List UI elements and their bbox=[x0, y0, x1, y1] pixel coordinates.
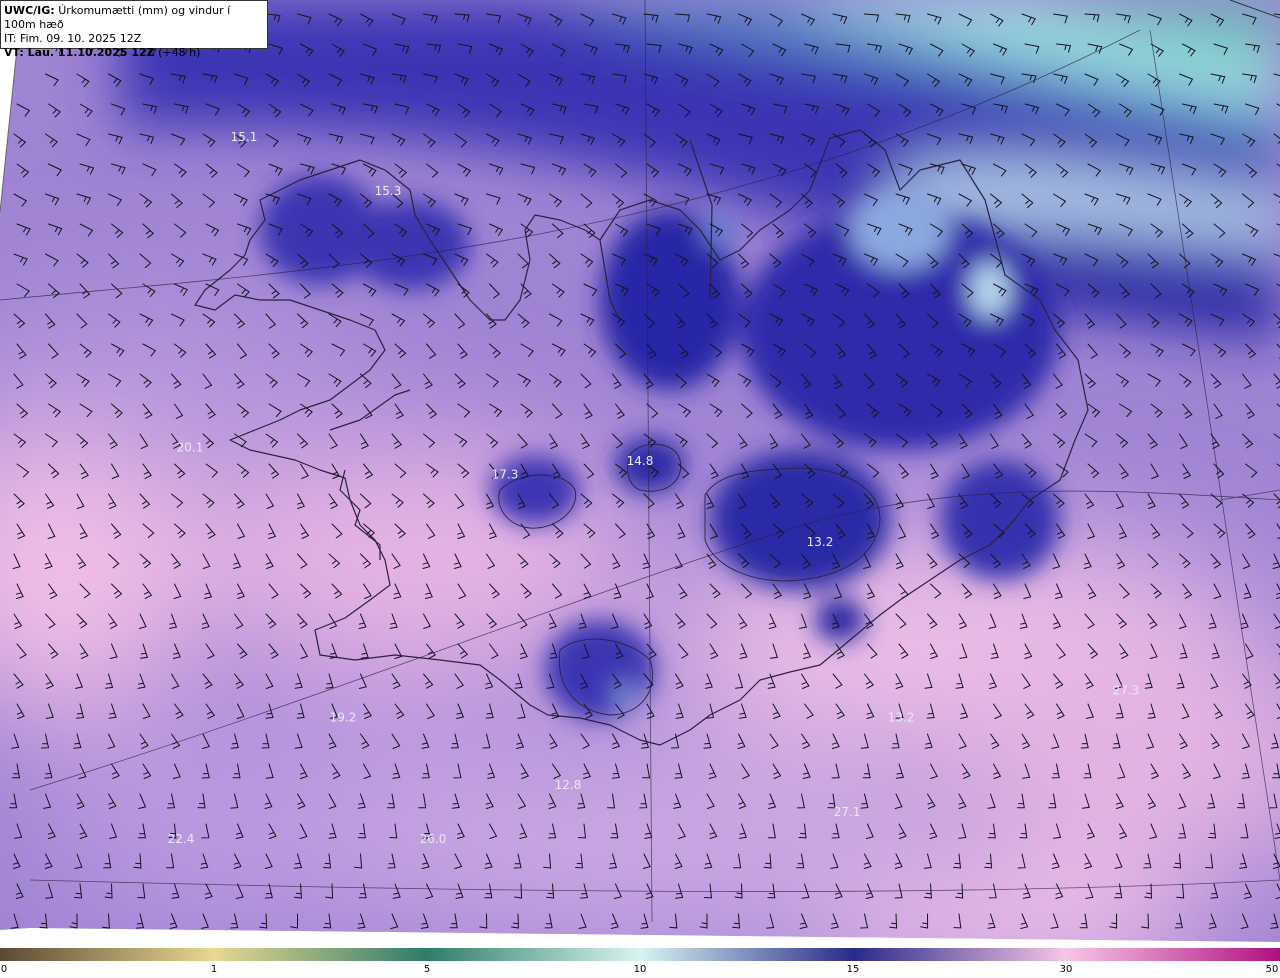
legend-tick-label: 15 bbox=[846, 964, 860, 975]
value-label: 13.2 bbox=[888, 711, 915, 725]
value-label: 26.0 bbox=[420, 832, 447, 846]
legend-tick-label: 30 bbox=[1059, 964, 1073, 975]
legend-tick-label: 50 bbox=[1265, 964, 1279, 975]
init-time: IT: Fim. 09. 10. 2025 12Z bbox=[4, 32, 142, 45]
legend-tick-label: 0 bbox=[0, 964, 8, 975]
value-label: 15.1 bbox=[231, 130, 258, 144]
value-label: 17.3 bbox=[492, 468, 519, 482]
value-label: 13.2 bbox=[807, 535, 834, 549]
precipitation-map: 20.015.115.320.117.314.813.219.213.227.3… bbox=[0, 0, 1280, 978]
value-label: 27.3 bbox=[1113, 684, 1140, 698]
legend-tick-label: 10 bbox=[633, 964, 647, 975]
lead-time: (+48 h) bbox=[158, 46, 201, 59]
title-line: UWC/IG: Úrkomumætti (mm) og vindur í 100… bbox=[4, 4, 265, 32]
value-label: 20.1 bbox=[177, 441, 204, 455]
color-legend: 0 1 5 10 15 30 50 bbox=[0, 948, 1280, 978]
value-label: 14.8 bbox=[627, 454, 654, 468]
value-label: 27.1 bbox=[834, 805, 861, 819]
valid-time-line: VT: Lau. 11.10.2025 12Z (+48 h) bbox=[4, 46, 265, 60]
map-info-box: UWC/IG: Úrkomumætti (mm) og vindur í 100… bbox=[0, 0, 268, 59]
value-label: 19.2 bbox=[330, 711, 357, 725]
value-label: 12.8 bbox=[555, 778, 582, 792]
model-label: UWC/IG: bbox=[4, 4, 55, 17]
legend-tick-label: 5 bbox=[423, 964, 431, 975]
legend-color-bar bbox=[0, 948, 1280, 961]
legend-tick-label: 1 bbox=[210, 964, 218, 975]
value-label: 22.4 bbox=[168, 832, 195, 846]
value-label: 15.3 bbox=[375, 184, 402, 198]
valid-time: VT: Lau. 11.10.2025 12Z bbox=[4, 46, 155, 59]
